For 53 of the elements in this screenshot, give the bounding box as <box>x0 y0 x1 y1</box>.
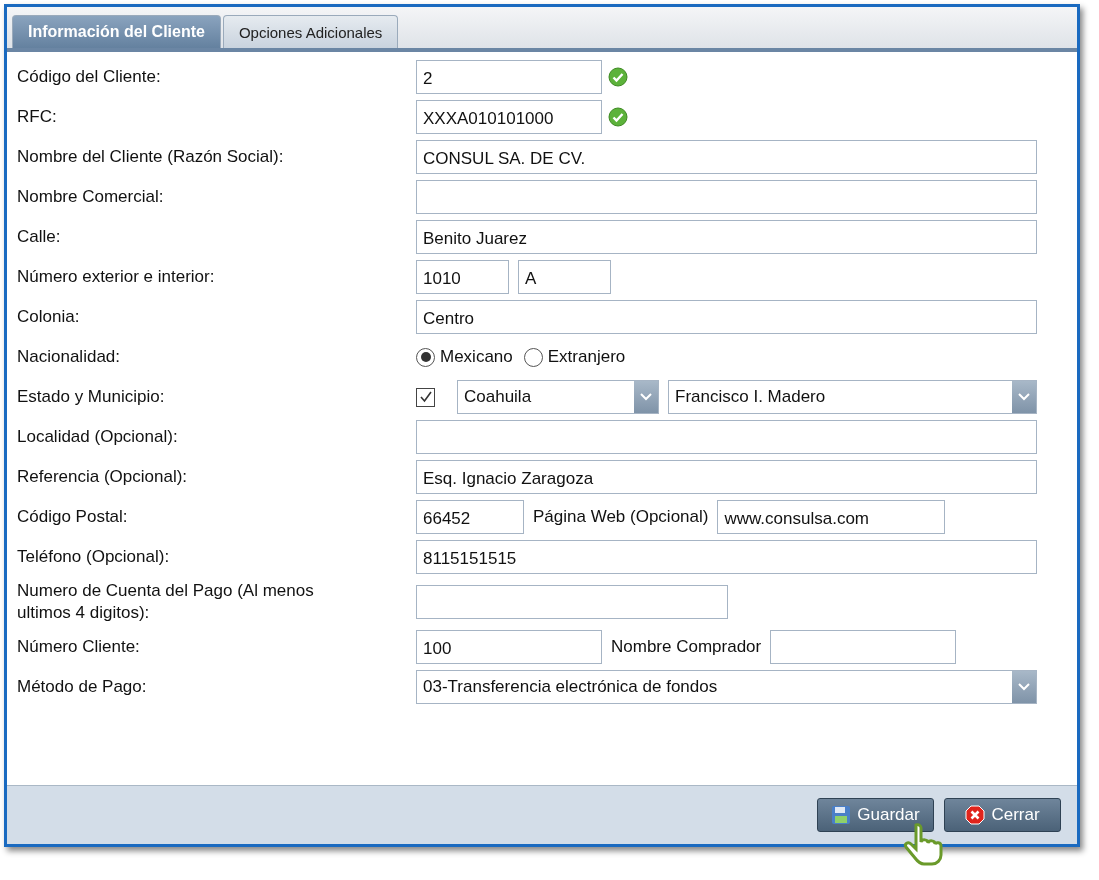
close-button[interactable]: Cerrar <box>944 798 1061 832</box>
input-field[interactable]: Benito Juarez <box>416 220 1037 254</box>
close-icon <box>965 805 986 825</box>
field-label: Colonia: <box>17 306 81 328</box>
field-label: Código del Cliente: <box>17 66 162 88</box>
field-label: Número exterior e interior: <box>17 266 216 288</box>
field-label: Localidad (Opcional): <box>17 426 179 448</box>
field-label: Método de Pago: <box>17 676 148 698</box>
input-field[interactable]: Esq. Ignacio Zaragoza <box>416 460 1037 494</box>
input-field[interactable]: A <box>518 260 611 294</box>
input-field[interactable]: 66452 <box>416 500 524 534</box>
radio-option[interactable]: Mexicano <box>416 347 513 367</box>
field-label: Página Web (Opcional) <box>533 507 709 527</box>
input-field[interactable] <box>416 180 1037 214</box>
dropdown[interactable]: Coahuila <box>457 380 659 414</box>
save-button[interactable]: Guardar <box>817 798 934 832</box>
input-field[interactable] <box>770 630 957 664</box>
dropdown[interactable]: Francisco I. Madero <box>668 380 1037 414</box>
chevron-down-icon <box>1018 393 1030 401</box>
field-label: Teléfono (Opcional): <box>17 546 171 568</box>
input-field[interactable]: 100 <box>416 630 602 664</box>
field-label: Referencia (Opcional): <box>17 466 189 488</box>
input-field[interactable]: 1010 <box>416 260 509 294</box>
field-label: Nombre Comercial: <box>17 186 165 208</box>
chevron-down-icon <box>640 393 652 401</box>
chevron-down-icon <box>1018 683 1030 691</box>
tab[interactable]: Opciones Adicionales <box>222 15 399 48</box>
dropdown[interactable]: 03-Transferencia electrónica de fondos <box>416 670 1037 704</box>
field-label: Nombre del Cliente (Razón Social): <box>17 146 285 168</box>
input-field[interactable]: CONSUL SA. DE CV. <box>416 140 1037 174</box>
field-label: Nacionalidad: <box>17 346 121 368</box>
field-label: Código Postal: <box>17 506 129 528</box>
radio-button[interactable] <box>523 347 543 367</box>
field-label: Estado y Municipio: <box>17 386 166 408</box>
check-circle-icon <box>608 67 628 87</box>
radio-label: Mexicano <box>440 347 513 367</box>
input-field[interactable]: XXXA010101000 <box>416 100 602 134</box>
check-circle-icon <box>608 107 628 127</box>
input-field[interactable]: 8115151515 <box>416 540 1037 574</box>
field-label: RFC: <box>17 106 58 128</box>
field-label: Nombre Comprador <box>611 637 762 657</box>
input-field[interactable] <box>416 420 1037 454</box>
field-label: Numero de Cuenta del Pago (Al menos ultimos 4 digitos): <box>17 580 315 624</box>
input-field[interactable]: 2 <box>416 60 602 94</box>
input-field[interactable] <box>416 585 728 619</box>
field-label: Calle: <box>17 226 62 248</box>
radio-option[interactable]: Extranjero <box>523 347 626 367</box>
radio-button[interactable] <box>416 347 435 367</box>
input-field[interactable]: Centro <box>416 300 1037 334</box>
input-field[interactable]: www.consulsa.com <box>717 500 946 534</box>
field-label: Número Cliente: <box>17 636 141 658</box>
checkbox[interactable] <box>416 387 435 407</box>
radio-label: Extranjero <box>547 347 626 367</box>
